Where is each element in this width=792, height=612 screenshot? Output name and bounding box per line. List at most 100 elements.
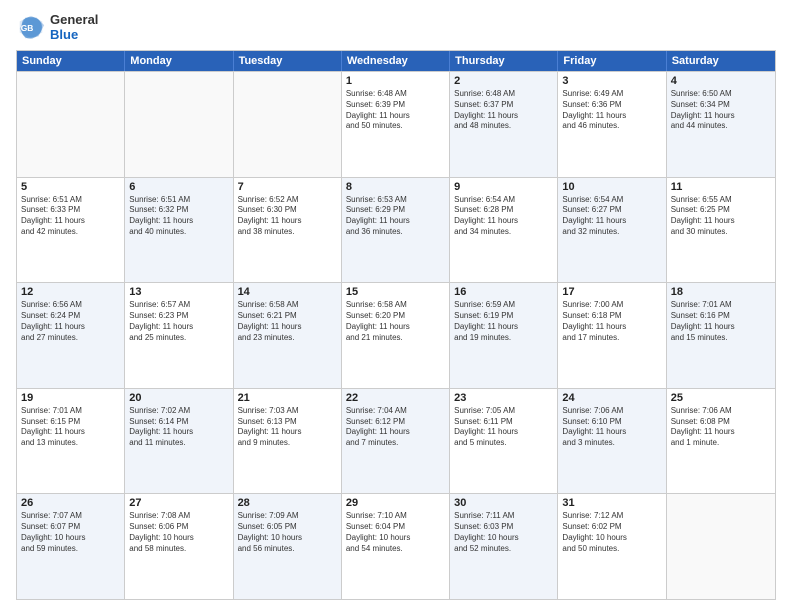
day-number: 16 (454, 286, 553, 298)
cell-info: Sunrise: 6:56 AM Sunset: 6:24 PM Dayligh… (21, 300, 120, 343)
calendar-cell: 17 Sunrise: 7:00 AM Sunset: 6:18 PM Dayli… (558, 283, 666, 388)
cell-info: Sunrise: 7:08 AM Sunset: 6:06 PM Dayligh… (129, 511, 228, 554)
cell-info: Sunrise: 7:03 AM Sunset: 6:13 PM Dayligh… (238, 406, 337, 449)
calendar-cell: 31 Sunrise: 7:12 AM Sunset: 6:02 PM Dayli… (558, 494, 666, 599)
cell-info: Sunrise: 6:53 AM Sunset: 6:29 PM Dayligh… (346, 195, 445, 238)
calendar-cell: 30 Sunrise: 7:11 AM Sunset: 6:03 PM Dayli… (450, 494, 558, 599)
day-number: 29 (346, 497, 445, 509)
calendar-cell: 21Sunrise: 7:03 AM Sunset: 6:13 PM Dayli… (234, 389, 342, 494)
weekday-header: Monday (125, 51, 233, 71)
svg-text:GB: GB (21, 23, 34, 33)
cell-info: Sunrise: 7:06 AM Sunset: 6:08 PM Dayligh… (671, 406, 771, 449)
calendar-row: 26 Sunrise: 7:07 AM Sunset: 6:07 PM Dayli… (17, 493, 775, 599)
day-number: 28 (238, 497, 337, 509)
calendar-cell: 20 Sunrise: 7:02 AM Sunset: 6:14 PM Dayli… (125, 389, 233, 494)
calendar-cell (667, 494, 775, 599)
cell-info: Sunrise: 7:10 AM Sunset: 6:04 PM Dayligh… (346, 511, 445, 554)
cell-info: Sunrise: 6:58 AM Sunset: 6:20 PM Dayligh… (346, 300, 445, 343)
cell-info: Sunrise: 7:09 AM Sunset: 6:05 PM Dayligh… (238, 511, 337, 554)
cell-info: Sunrise: 6:57 AM Sunset: 6:23 PM Dayligh… (129, 300, 228, 343)
cell-info: Sunrise: 6:48 AM Sunset: 6:39 PM Dayligh… (346, 89, 445, 132)
page-header: GB General Blue (16, 12, 776, 42)
weekday-header: Friday (558, 51, 666, 71)
day-number: 24 (562, 392, 661, 404)
day-number: 13 (129, 286, 228, 298)
day-number: 12 (21, 286, 120, 298)
day-number: 20 (129, 392, 228, 404)
calendar-cell: 12 Sunrise: 6:56 AM Sunset: 6:24 PM Dayli… (17, 283, 125, 388)
cell-info: Sunrise: 6:52 AM Sunset: 6:30 PM Dayligh… (238, 195, 337, 238)
calendar-cell: 29 Sunrise: 7:10 AM Sunset: 6:04 PM Dayli… (342, 494, 450, 599)
logo: GB General Blue (16, 12, 98, 42)
cell-info: Sunrise: 7:04 AM Sunset: 6:12 PM Dayligh… (346, 406, 445, 449)
day-number: 6 (129, 181, 228, 193)
day-number: 25 (671, 392, 771, 404)
day-number: 8 (346, 181, 445, 193)
calendar-cell: 11Sunrise: 6:55 AM Sunset: 6:25 PM Dayli… (667, 178, 775, 283)
weekday-header: Sunday (17, 51, 125, 71)
calendar-cell: 2Sunrise: 6:48 AM Sunset: 6:37 PM Daylig… (450, 72, 558, 177)
cell-info: Sunrise: 6:54 AM Sunset: 6:28 PM Dayligh… (454, 195, 553, 238)
cell-info: Sunrise: 7:00 AM Sunset: 6:18 PM Dayligh… (562, 300, 661, 343)
calendar-cell: 13 Sunrise: 6:57 AM Sunset: 6:23 PM Dayli… (125, 283, 233, 388)
calendar-cell: 28 Sunrise: 7:09 AM Sunset: 6:05 PM Dayli… (234, 494, 342, 599)
cell-info: Sunrise: 6:51 AM Sunset: 6:32 PM Dayligh… (129, 195, 228, 238)
calendar-cell: 10 Sunrise: 6:54 AM Sunset: 6:27 PM Dayli… (558, 178, 666, 283)
cell-info: Sunrise: 7:07 AM Sunset: 6:07 PM Dayligh… (21, 511, 120, 554)
day-number: 11 (671, 181, 771, 193)
cell-info: Sunrise: 6:51 AM Sunset: 6:33 PM Dayligh… (21, 195, 120, 238)
calendar-cell: 15 Sunrise: 6:58 AM Sunset: 6:20 PM Dayli… (342, 283, 450, 388)
cell-info: Sunrise: 7:01 AM Sunset: 6:16 PM Dayligh… (671, 300, 771, 343)
cell-info: Sunrise: 6:49 AM Sunset: 6:36 PM Dayligh… (562, 89, 661, 132)
weekday-header: Wednesday (342, 51, 450, 71)
calendar-cell: 16 Sunrise: 6:59 AM Sunset: 6:19 PM Dayli… (450, 283, 558, 388)
day-number: 31 (562, 497, 661, 509)
calendar-cell: 9Sunrise: 6:54 AM Sunset: 6:28 PM Daylig… (450, 178, 558, 283)
calendar-cell: 26 Sunrise: 7:07 AM Sunset: 6:07 PM Dayli… (17, 494, 125, 599)
calendar-row: 1 Sunrise: 6:48 AM Sunset: 6:39 PM Daylig… (17, 71, 775, 177)
day-number: 26 (21, 497, 120, 509)
calendar-header: SundayMondayTuesdayWednesdayThursdayFrid… (17, 51, 775, 71)
day-number: 30 (454, 497, 553, 509)
day-number: 22 (346, 392, 445, 404)
calendar-cell: 19 Sunrise: 7:01 AM Sunset: 6:15 PM Dayli… (17, 389, 125, 494)
calendar-cell: 27 Sunrise: 7:08 AM Sunset: 6:06 PM Dayli… (125, 494, 233, 599)
logo-icon: GB (16, 12, 46, 42)
day-number: 17 (562, 286, 661, 298)
cell-info: Sunrise: 6:59 AM Sunset: 6:19 PM Dayligh… (454, 300, 553, 343)
day-number: 18 (671, 286, 771, 298)
day-number: 1 (346, 75, 445, 87)
cell-info: Sunrise: 6:54 AM Sunset: 6:27 PM Dayligh… (562, 195, 661, 238)
day-number: 10 (562, 181, 661, 193)
cell-info: Sunrise: 7:11 AM Sunset: 6:03 PM Dayligh… (454, 511, 553, 554)
weekday-header: Thursday (450, 51, 558, 71)
logo-text: General Blue (50, 12, 98, 42)
day-number: 14 (238, 286, 337, 298)
day-number: 27 (129, 497, 228, 509)
calendar-cell: 8 Sunrise: 6:53 AM Sunset: 6:29 PM Daylig… (342, 178, 450, 283)
calendar-cell: 14Sunrise: 6:58 AM Sunset: 6:21 PM Dayli… (234, 283, 342, 388)
calendar-row: 12 Sunrise: 6:56 AM Sunset: 6:24 PM Dayli… (17, 282, 775, 388)
calendar-body: 1 Sunrise: 6:48 AM Sunset: 6:39 PM Daylig… (17, 71, 775, 599)
day-number: 23 (454, 392, 553, 404)
weekday-header: Tuesday (234, 51, 342, 71)
calendar-cell: 7Sunrise: 6:52 AM Sunset: 6:30 PM Daylig… (234, 178, 342, 283)
calendar-cell: 6 Sunrise: 6:51 AM Sunset: 6:32 PM Daylig… (125, 178, 233, 283)
cell-info: Sunrise: 6:50 AM Sunset: 6:34 PM Dayligh… (671, 89, 771, 132)
day-number: 19 (21, 392, 120, 404)
day-number: 15 (346, 286, 445, 298)
calendar-row: 19 Sunrise: 7:01 AM Sunset: 6:15 PM Dayli… (17, 388, 775, 494)
calendar-cell: 18 Sunrise: 7:01 AM Sunset: 6:16 PM Dayli… (667, 283, 775, 388)
cell-info: Sunrise: 7:06 AM Sunset: 6:10 PM Dayligh… (562, 406, 661, 449)
calendar-page: GB General Blue SundayMondayTuesdayWedne… (0, 0, 792, 612)
calendar-cell: 23Sunrise: 7:05 AM Sunset: 6:11 PM Dayli… (450, 389, 558, 494)
day-number: 5 (21, 181, 120, 193)
cell-info: Sunrise: 7:01 AM Sunset: 6:15 PM Dayligh… (21, 406, 120, 449)
cell-info: Sunrise: 7:12 AM Sunset: 6:02 PM Dayligh… (562, 511, 661, 554)
cell-info: Sunrise: 6:48 AM Sunset: 6:37 PM Dayligh… (454, 89, 553, 132)
calendar-cell: 4Sunrise: 6:50 AM Sunset: 6:34 PM Daylig… (667, 72, 775, 177)
calendar-cell: 1 Sunrise: 6:48 AM Sunset: 6:39 PM Daylig… (342, 72, 450, 177)
day-number: 3 (562, 75, 661, 87)
calendar-cell (234, 72, 342, 177)
cell-info: Sunrise: 7:02 AM Sunset: 6:14 PM Dayligh… (129, 406, 228, 449)
